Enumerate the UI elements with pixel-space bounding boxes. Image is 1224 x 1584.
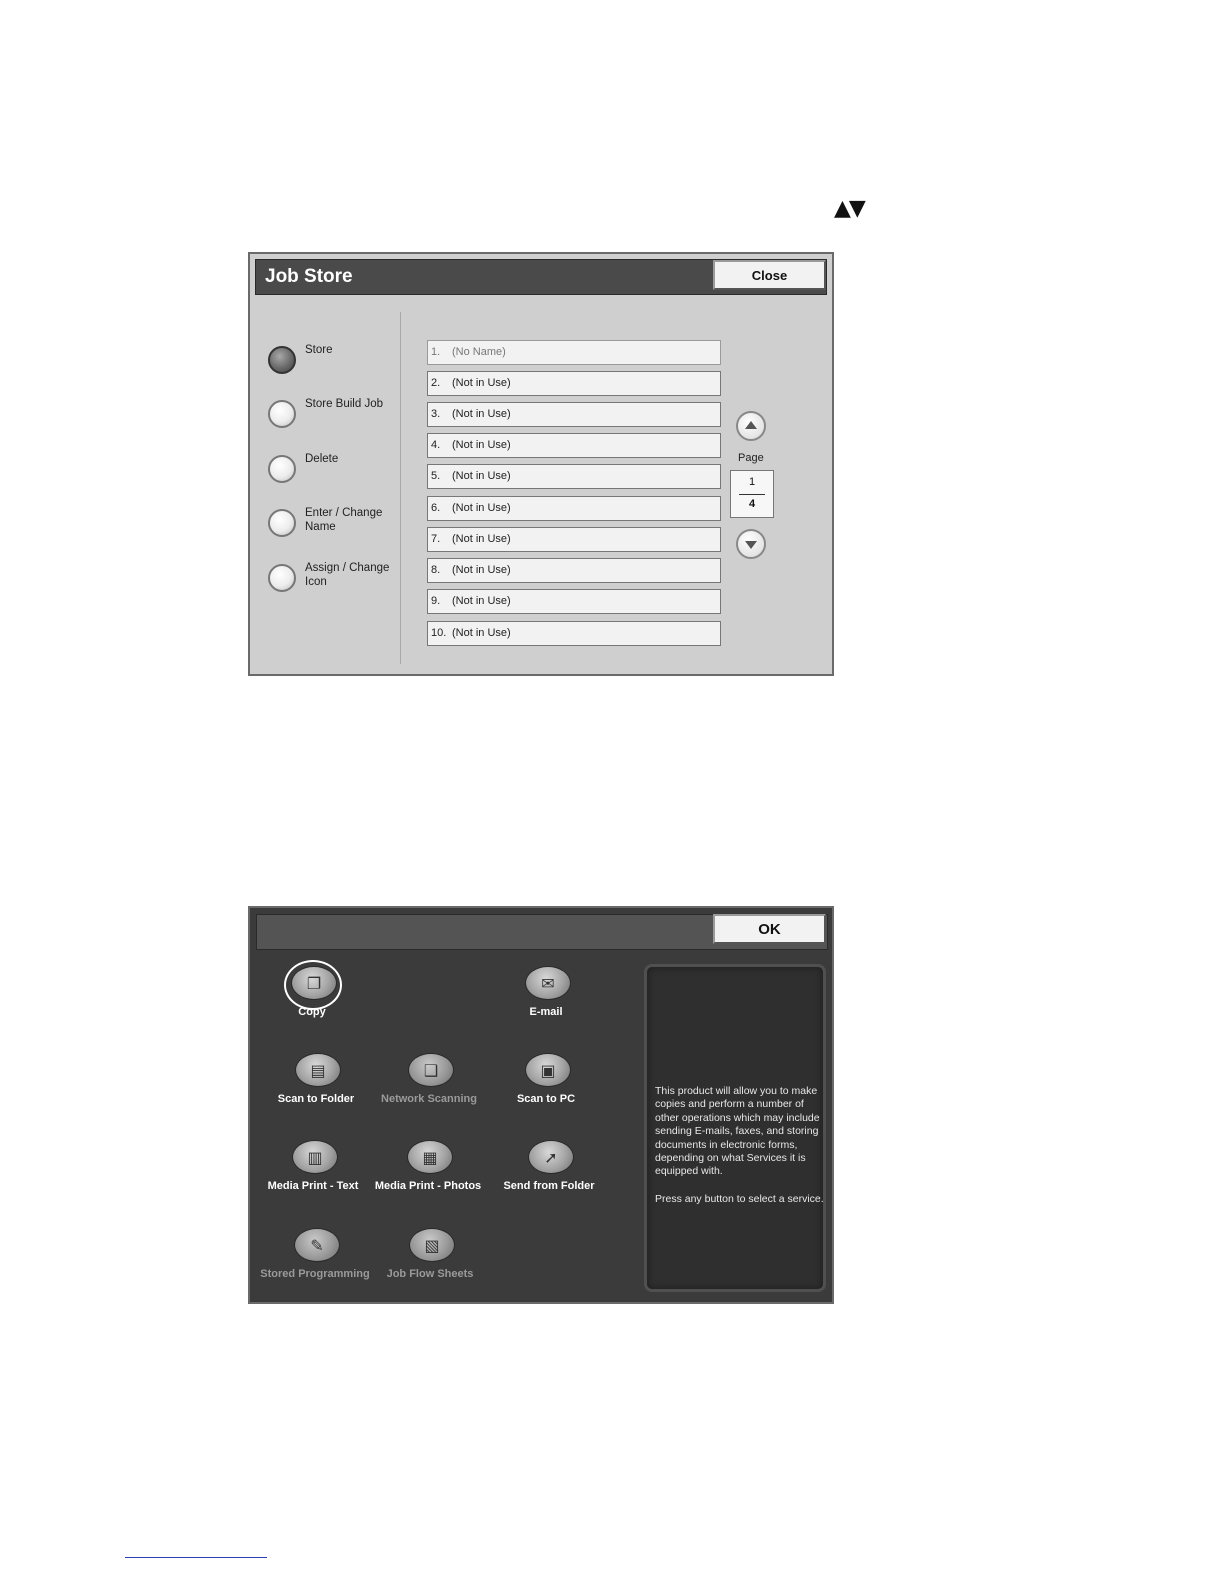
service-label: Scan to PC — [516, 1093, 576, 1105]
job-slot[interactable]: 9. (Not in Use) — [427, 589, 721, 614]
media-print-photos-icon: ▦ — [407, 1140, 453, 1174]
slot-name: (Not in Use) — [452, 470, 511, 482]
description-panel: This product will allow you to make copi… — [644, 964, 826, 1292]
service-job-flow-sheets[interactable]: ▧ Job Flow Sheets — [370, 1228, 490, 1298]
copy-icon: ❐ — [291, 966, 337, 1000]
close-button[interactable]: Close — [713, 260, 826, 290]
radio-button-icon — [268, 509, 296, 537]
option-label: Store Build Job — [305, 398, 383, 410]
slot-number: 6. — [431, 502, 441, 514]
slot-number: 10. — [431, 627, 447, 639]
job-store-title: Job Store — [265, 266, 353, 287]
radio-button-icon — [268, 564, 296, 592]
slot-name: (Not in Use) — [452, 502, 511, 514]
job-slot[interactable]: 5. (Not in Use) — [427, 464, 721, 489]
slot-name: (Not in Use) — [452, 439, 511, 451]
services-panel: OK ❐ Copy ✉ E-mail ▤ Scan to Folder ❑ Ne… — [248, 906, 834, 1304]
slot-number: 9. — [431, 595, 441, 607]
service-scan-to-pc[interactable]: ▣ Scan to PC — [486, 1053, 606, 1123]
slot-name: (No Name) — [452, 346, 506, 358]
arrow-up-icon — [745, 421, 757, 429]
stored-programming-icon: ✎ — [294, 1228, 340, 1262]
option-assign-change-icon[interactable]: Assign / Change Icon — [268, 562, 408, 604]
page-down-button[interactable] — [736, 529, 766, 559]
service-network-scanning[interactable]: ❑ Network Scanning — [369, 1053, 489, 1123]
option-enter-change-name[interactable]: Enter / Change Name — [268, 507, 408, 549]
slot-name: (Not in Use) — [452, 377, 511, 389]
service-label: Media Print - Photos — [374, 1180, 482, 1192]
service-email[interactable]: ✉ E-mail — [486, 966, 606, 1036]
option-delete[interactable]: Delete — [268, 453, 408, 495]
page-indicator: 1 4 — [730, 470, 774, 518]
option-label: Store — [305, 344, 333, 356]
scroll-arrows-icon: ▲▼ — [834, 196, 866, 221]
page-total: 4 — [748, 498, 756, 510]
ok-button[interactable]: OK — [713, 914, 826, 944]
service-label: Copy — [298, 1006, 326, 1018]
radio-button-icon — [268, 455, 296, 483]
job-slot[interactable]: 1. (No Name) — [427, 340, 721, 365]
page-separator — [739, 494, 765, 495]
service-scan-to-folder[interactable]: ▤ Scan to Folder — [256, 1053, 376, 1123]
radio-button-icon — [268, 400, 296, 428]
service-label: Send from Folder — [503, 1180, 595, 1192]
arrow-down-icon — [745, 541, 757, 549]
job-slot[interactable]: 8. (Not in Use) — [427, 558, 721, 583]
page-current: 1 — [748, 476, 756, 488]
service-media-print-photos[interactable]: ▦ Media Print - Photos — [368, 1140, 488, 1210]
job-slot[interactable]: 7. (Not in Use) — [427, 527, 721, 552]
slot-number: 3. — [431, 408, 441, 420]
service-label: E-mail — [529, 1006, 563, 1018]
service-instruction: Press any button to select a service. — [655, 1193, 824, 1205]
radio-button-icon — [268, 346, 296, 374]
service-copy[interactable]: ❐ Copy — [252, 960, 372, 1036]
service-media-print-text[interactable]: ▥ Media Print - Text — [253, 1140, 373, 1210]
slot-name: (Not in Use) — [452, 533, 511, 545]
job-slot[interactable]: 2. (Not in Use) — [427, 371, 721, 396]
slot-name: (Not in Use) — [452, 408, 511, 420]
email-icon: ✉ — [525, 966, 571, 1000]
media-print-text-icon: ▥ — [292, 1140, 338, 1174]
slot-number: 1. — [431, 346, 441, 358]
option-store-build-job[interactable]: Store Build Job — [268, 398, 408, 440]
option-label: Delete — [305, 453, 339, 465]
job-slot[interactable]: 3. (Not in Use) — [427, 402, 721, 427]
option-label: Enter / Change Name — [305, 507, 383, 533]
job-flow-sheets-icon: ▧ — [409, 1228, 455, 1262]
divider — [400, 312, 401, 664]
footnote-divider — [125, 1557, 267, 1558]
option-label: Assign / Change Icon — [305, 562, 390, 588]
option-store[interactable]: Store — [268, 344, 408, 386]
slot-number: 8. — [431, 564, 441, 576]
page-label: Page — [738, 452, 764, 464]
service-description: This product will allow you to make copi… — [655, 1085, 820, 1178]
network-scanning-icon: ❑ — [408, 1053, 454, 1087]
page-up-button[interactable] — [736, 411, 766, 441]
scan-to-pc-icon: ▣ — [525, 1053, 571, 1087]
slot-number: 5. — [431, 470, 441, 482]
slot-name: (Not in Use) — [452, 627, 511, 639]
slot-number: 2. — [431, 377, 441, 389]
service-send-from-folder[interactable]: ➚ Send from Folder — [489, 1140, 609, 1210]
job-slot[interactable]: 10. (Not in Use) — [427, 621, 721, 646]
slot-number: 4. — [431, 439, 441, 451]
job-slot[interactable]: 6. (Not in Use) — [427, 496, 721, 521]
service-stored-programming[interactable]: ✎ Stored Programming — [255, 1228, 375, 1298]
job-store-panel: Job Store Close Store Store Build Job De… — [248, 252, 834, 676]
service-label: Job Flow Sheets — [386, 1268, 474, 1280]
slot-name: (Not in Use) — [452, 595, 511, 607]
job-slot[interactable]: 4. (Not in Use) — [427, 433, 721, 458]
slot-name: (Not in Use) — [452, 564, 511, 576]
scan-to-folder-icon: ▤ — [295, 1053, 341, 1087]
send-from-folder-icon: ➚ — [528, 1140, 574, 1174]
slot-number: 7. — [431, 533, 441, 545]
